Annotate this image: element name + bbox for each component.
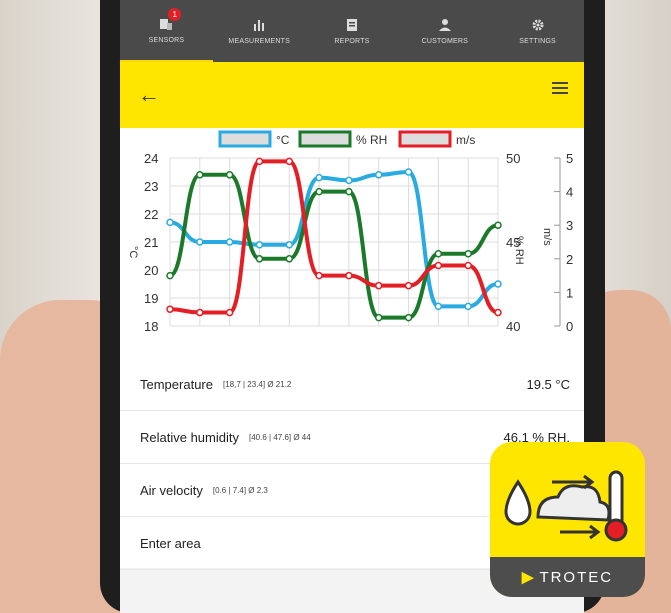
tab-label: CUSTOMERS: [421, 37, 468, 45]
legend-swatch: [218, 130, 272, 148]
data-point: [225, 238, 234, 246]
tab-label: SETTINGS: [519, 37, 556, 45]
reading-name: Temperature: [140, 376, 213, 392]
velocity-tick-label: 4: [566, 185, 573, 200]
legend-label: % RH: [356, 133, 387, 147]
reading-value: 19.5 °C: [526, 376, 570, 392]
left-axis-label: °C: [127, 246, 139, 258]
data-point: [166, 271, 174, 280]
data-point: [464, 302, 472, 311]
back-arrow-icon[interactable]: ←: [138, 82, 160, 108]
data-point: [374, 313, 383, 322]
data-point: [225, 171, 234, 179]
left-tick-label: 23: [144, 179, 158, 194]
legend-label: m/s: [456, 133, 475, 147]
data-point: [374, 171, 383, 179]
data-point: [494, 308, 502, 317]
data-point: [434, 261, 443, 270]
rh-axis-label: % RH: [513, 236, 525, 265]
chart-svg: °C% RH m/s18192021222324°C404550% RH01234…: [127, 130, 573, 334]
velocity-tick-label: 3: [566, 218, 573, 233]
brand-logo: ▶ TROTEC: [521, 569, 614, 586]
data-point: [196, 171, 204, 179]
left-tick-label: 20: [144, 263, 158, 278]
velocity-tick-label: 5: [566, 151, 573, 166]
data-point: [434, 302, 443, 311]
tab-measurements[interactable]: MEASUREMENTS: [213, 0, 306, 62]
data-point: [255, 241, 264, 249]
data-point: [404, 281, 413, 290]
data-point: [434, 250, 443, 258]
left-tick-label: 19: [144, 291, 158, 306]
data-point: [374, 281, 383, 290]
left-tick-label: 22: [144, 207, 158, 222]
data-point: [464, 250, 472, 258]
reading-range: [40.6 | 47.6] Ø 44: [249, 432, 311, 442]
left-tick-label: 21: [144, 235, 158, 250]
data-point: [255, 255, 264, 263]
left-tick-label: 24: [144, 151, 158, 166]
series-line-3: [169, 159, 499, 315]
data-point: [166, 218, 174, 227]
menu-icon[interactable]: [552, 82, 568, 94]
app-icon: ▶ TROTEC: [490, 442, 645, 597]
velocity-tick-label: 1: [566, 285, 573, 300]
rh-tick-label: 50: [506, 151, 520, 166]
bar-chart-icon: [254, 19, 265, 31]
data-point: [285, 157, 294, 166]
tab-reports[interactable]: REPORTS: [306, 0, 399, 62]
tab-label: MEASUREMENTS: [228, 37, 290, 45]
brand-bar: ▶ TROTEC: [490, 557, 645, 597]
velocity-tick-label: 0: [566, 319, 573, 334]
data-point: [315, 271, 323, 280]
tab-label: SENSORS: [148, 36, 185, 44]
app-header: ←: [120, 62, 584, 128]
reading-range: [0.6 | 7.4] Ø 2.3: [212, 485, 268, 495]
velocity-axis-label: m/s: [541, 228, 553, 246]
tab-label: REPORTS: [334, 37, 370, 45]
tab-sensors[interactable]: 1 SENSORS: [120, 0, 213, 62]
notification-badge: 1: [168, 8, 182, 21]
data-point: [315, 187, 323, 196]
series-line-2: [169, 172, 499, 320]
reading-range: [18,7 | 23.4] Ø 21.2: [222, 379, 292, 389]
reading-name: Enter area: [140, 535, 201, 551]
legend-swatch: [398, 130, 452, 148]
data-point: [404, 168, 413, 176]
data-point: [345, 271, 353, 280]
weather-icon: [504, 470, 628, 542]
data-point: [464, 261, 472, 270]
velocity-tick-label: 2: [566, 252, 573, 267]
legend-label: °C: [276, 133, 290, 147]
tab-bar: 1 SENSORS MEASUREMENTS REPORTS CUSTOMERS…: [120, 0, 584, 62]
chart-panel: °C% RH m/s 18 19 20 21 22 23 24 °C 40 45 50% RH 0 1 2 3 4…: [120, 128, 584, 358]
data-point: [494, 221, 502, 229]
rh-tick-label: 40: [506, 319, 520, 334]
data-point: [285, 255, 294, 263]
data-point: [494, 280, 502, 288]
report-icon: [346, 18, 357, 31]
reading-row[interactable]: Temperature [18,7 | 23.4] Ø 21.2 19.5 °C: [120, 358, 584, 411]
data-point: [404, 313, 413, 322]
data-point: [285, 241, 294, 249]
data-point: [345, 187, 353, 196]
tab-customers[interactable]: CUSTOMERS: [398, 0, 491, 62]
legend-swatch: [298, 130, 352, 148]
gear-icon: [532, 19, 544, 30]
left-tick-label: 18: [144, 319, 158, 334]
customers-icon: [438, 18, 451, 31]
data-point: [315, 173, 323, 182]
data-point: [225, 308, 234, 317]
tab-settings[interactable]: SETTINGS: [491, 0, 584, 62]
data-point: [255, 157, 264, 166]
data-point: [196, 308, 204, 317]
data-point: [345, 176, 353, 185]
reading-name: Relative humidity: [140, 429, 239, 445]
data-point: [166, 305, 174, 313]
reading-name: Air velocity: [140, 482, 203, 498]
data-point: [196, 238, 204, 246]
